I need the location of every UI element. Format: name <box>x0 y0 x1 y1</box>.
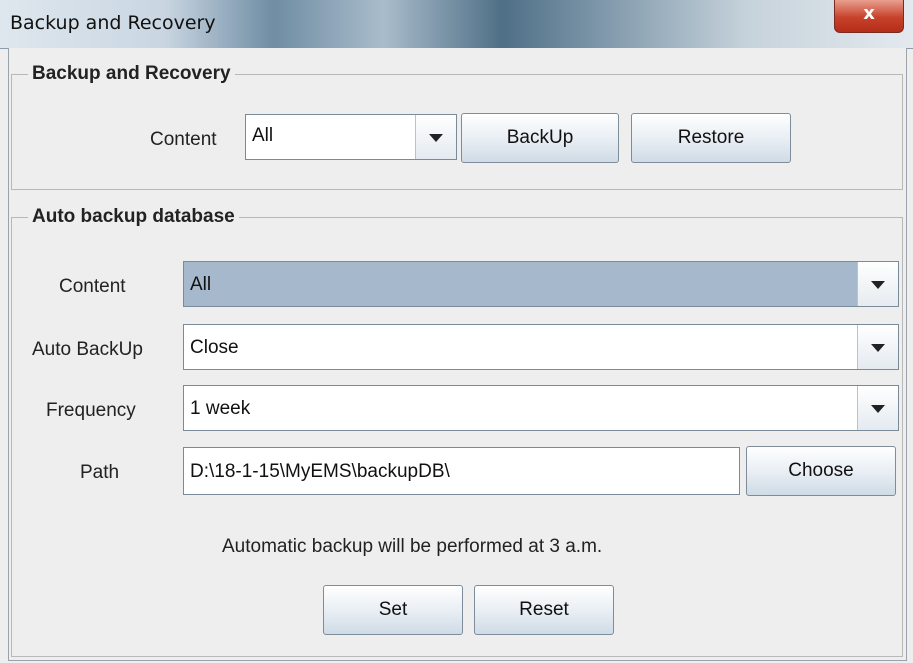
dialog-body: Backup and Recovery Content All BackUp R… <box>8 48 907 661</box>
chevron-down-icon[interactable] <box>857 262 898 306</box>
auto-backup-group: Auto backup database Content All Auto Ba… <box>11 206 903 657</box>
backup-content-select[interactable]: All <box>245 114 457 160</box>
chevron-down-icon[interactable] <box>857 325 898 369</box>
path-value: D:\18-1-15\MyEMS\backupDB\ <box>190 461 450 482</box>
auto-content-value: All <box>190 274 212 295</box>
path-label: Path <box>80 462 120 483</box>
content-label: Content <box>150 129 217 150</box>
restore-button[interactable]: Restore <box>631 113 791 163</box>
auto-backup-info-text: Automatic backup will be performed at 3 … <box>222 536 603 557</box>
backup-recovery-group-title: Backup and Recovery <box>28 63 235 85</box>
title-bar[interactable]: Backup and Recovery x <box>0 0 913 49</box>
backup-content-value: All <box>252 125 274 146</box>
auto-backup-value: Close <box>190 337 239 358</box>
path-input[interactable]: D:\18-1-15\MyEMS\backupDB\ <box>183 447 740 495</box>
reset-button[interactable]: Reset <box>474 585 614 635</box>
frequency-select[interactable]: 1 week <box>183 385 899 431</box>
chevron-down-icon[interactable] <box>857 386 898 430</box>
close-icon: x <box>863 3 875 24</box>
auto-backup-label: Auto BackUp <box>32 339 143 360</box>
set-button[interactable]: Set <box>323 585 463 635</box>
auto-backup-select[interactable]: Close <box>183 324 899 370</box>
auto-content-select[interactable]: All <box>183 261 899 307</box>
auto-content-label: Content <box>59 276 126 297</box>
close-button[interactable]: x <box>834 0 904 33</box>
frequency-value: 1 week <box>190 398 251 419</box>
backup-button[interactable]: BackUp <box>461 113 619 163</box>
window-title: Backup and Recovery <box>10 12 216 34</box>
choose-button[interactable]: Choose <box>746 446 896 496</box>
auto-backup-group-title: Auto backup database <box>28 206 239 228</box>
frequency-label: Frequency <box>46 400 136 421</box>
backup-recovery-group: Backup and Recovery Content All BackUp R… <box>11 63 903 190</box>
chevron-down-icon[interactable] <box>415 115 456 159</box>
